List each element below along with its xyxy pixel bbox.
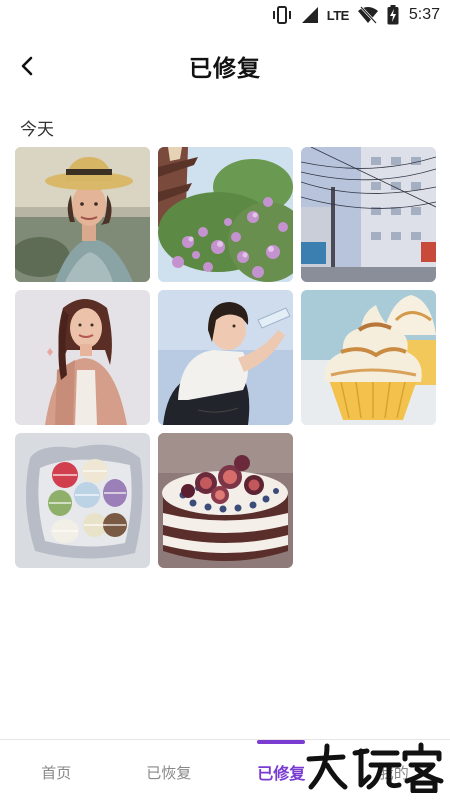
photo-thumbnail[interactable]	[301, 290, 436, 425]
photo-thumbnail[interactable]	[301, 147, 436, 282]
signal-icon	[301, 6, 319, 24]
wifi-off-icon	[357, 6, 379, 24]
back-button[interactable]	[12, 50, 44, 82]
status-bar: LTE 5:37	[0, 0, 450, 30]
vibrate-icon	[271, 6, 293, 24]
page-title: 已修复	[189, 56, 261, 82]
tab-home[interactable]: 首页	[0, 740, 113, 800]
section-label-today: 今天	[20, 120, 54, 140]
photo-thumbnail[interactable]	[15, 433, 150, 568]
header: 已修复	[0, 40, 450, 92]
photo-thumbnail[interactable]	[158, 147, 293, 282]
photo-thumbnail[interactable]	[158, 290, 293, 425]
battery-charging-icon	[387, 5, 399, 25]
tab-repaired[interactable]: 已修复	[225, 740, 338, 800]
photo-thumbnail[interactable]	[15, 147, 150, 282]
status-time: 5:37	[408, 6, 440, 23]
chevron-left-icon	[21, 56, 33, 76]
bottom-tab-bar: 首页 已恢复 已修复 我的	[0, 739, 450, 800]
tab-recovered[interactable]: 已恢复	[113, 740, 226, 800]
photo-thumbnail[interactable]	[158, 433, 293, 568]
network-type: LTE	[326, 7, 350, 23]
photo-grid	[15, 147, 436, 568]
tab-mine[interactable]: 我的	[338, 740, 450, 800]
photo-thumbnail[interactable]	[15, 290, 150, 425]
